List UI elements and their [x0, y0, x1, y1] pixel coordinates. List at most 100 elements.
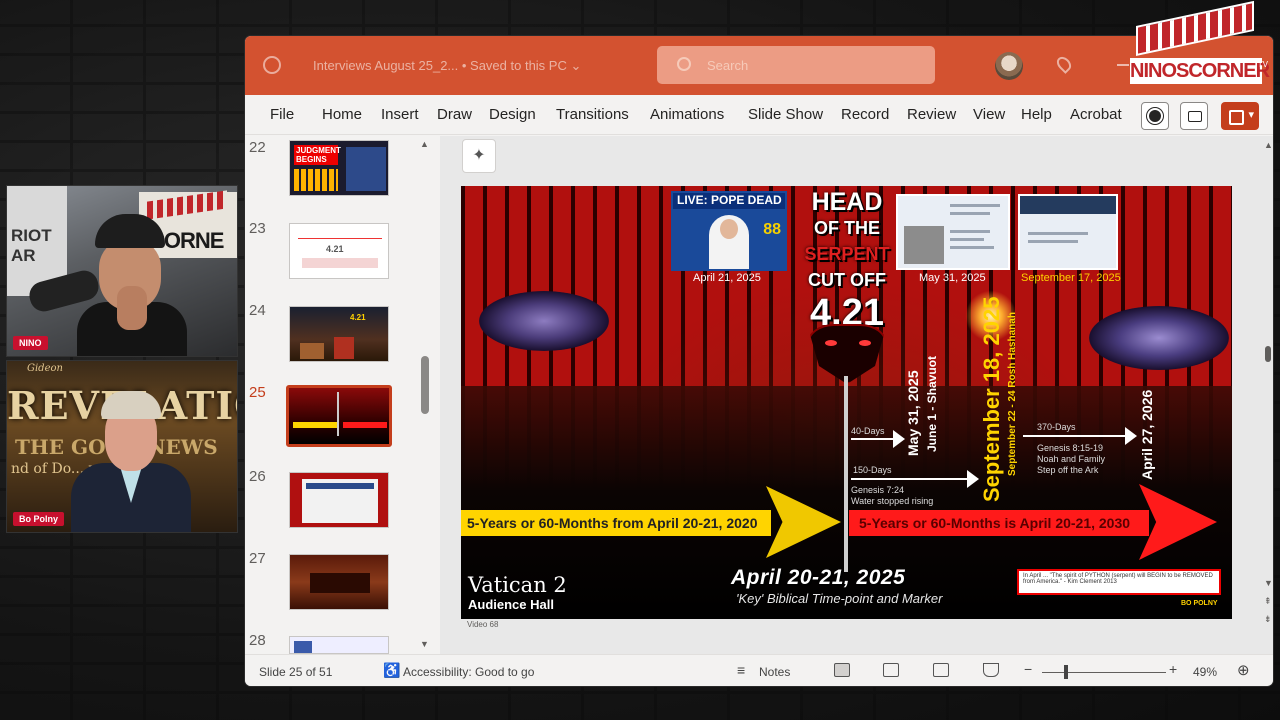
slide-canvas[interactable]: LIVE: POPE DEAD 88 April 21, 2025 May 31… — [461, 186, 1232, 619]
arrow-370-days — [1023, 427, 1137, 445]
key-date-subtitle: 'Key' Biblical Time-point and Marker — [736, 591, 943, 606]
minimize-icon[interactable] — [1117, 64, 1129, 66]
thumb-number: 26 — [249, 468, 266, 485]
menu-animations[interactable]: Animations — [650, 106, 724, 123]
zoom-out-icon[interactable]: − — [1024, 661, 1032, 677]
fit-to-window-icon[interactable]: ⊕ — [1237, 661, 1250, 679]
document-title[interactable]: Interviews August 25_2... • Saved to thi… — [313, 58, 581, 74]
share-button[interactable] — [1221, 102, 1259, 130]
menu-acrobat[interactable]: Acrobat — [1070, 106, 1122, 123]
logo-text: NINOSCORNER — [1130, 58, 1270, 84]
scroll-up-icon[interactable]: ▲ — [420, 139, 429, 149]
timeline-marker — [844, 376, 848, 572]
avatar[interactable] — [995, 52, 1023, 80]
location-icon[interactable] — [1054, 54, 1074, 74]
thumbnail-slide-28[interactable] — [289, 636, 389, 654]
thumbnail-scrollbar[interactable] — [421, 356, 429, 414]
thumb-number: 28 — [249, 632, 266, 649]
pope-image — [709, 215, 749, 269]
slide-thumbnails-pane: ▲ 22 JUDGMENT BEGINS 23 4.21 24 4.21 25 — [245, 136, 430, 654]
accessibility-icon[interactable]: ♿ — [383, 662, 400, 679]
date-sept-18: September 18, 2025 — [979, 296, 1004, 502]
comments-button[interactable] — [1180, 102, 1208, 130]
powerpoint-window: Interviews August 25_2... • Saved to thi… — [245, 36, 1273, 686]
arrow-150-days — [851, 470, 979, 488]
accessibility-status[interactable]: Accessibility: Good to go — [403, 665, 534, 679]
nametag-nino: NINO — [13, 336, 48, 350]
search-icon — [677, 57, 691, 71]
pope-number: 88 — [763, 221, 781, 238]
thumbnail-slide-25-active[interactable] — [286, 385, 392, 447]
thumb-text: 4.21 — [326, 244, 344, 254]
next-slide-icon[interactable]: ⇟ — [1264, 614, 1272, 625]
zoom-slider-thumb[interactable] — [1064, 665, 1068, 679]
arrow-40-days — [851, 430, 905, 448]
zoom-level[interactable]: 49% — [1193, 665, 1217, 679]
webcam-nino: RIOT AR CORNE NINO — [6, 185, 238, 357]
pope-date: April 21, 2025 — [693, 272, 761, 284]
menu-file[interactable]: File — [270, 106, 294, 123]
pope-header: LIVE: POPE DEAD — [673, 193, 785, 209]
arrow-red: 5-Years or 60-Months is April 20-21, 203… — [849, 484, 1217, 560]
date-may-31: May 31, 2025 — [905, 370, 921, 456]
menu-design[interactable]: Design — [489, 106, 536, 123]
thumbnail-slide-23[interactable]: 4.21 — [289, 223, 389, 279]
date-april-27: April 27, 2026 — [1139, 389, 1155, 480]
date-june-1: June 1 - Shavuot — [925, 355, 939, 452]
news-date: September 17, 2025 — [1021, 272, 1121, 284]
stained-glass-window-right — [1089, 306, 1229, 370]
notes-button[interactable]: Notes — [759, 665, 790, 679]
step-off-ark: Step off the Ark — [1037, 465, 1099, 475]
thumbnail-slide-27[interactable] — [289, 554, 389, 610]
key-date: April 20-21, 2025 — [731, 566, 906, 589]
menu-review[interactable]: Review — [907, 106, 956, 123]
menu-draw[interactable]: Draw — [437, 106, 472, 123]
stained-glass-window-left — [479, 291, 609, 351]
powerpoint-icon[interactable] — [263, 56, 281, 74]
thumb-number: 22 — [249, 139, 266, 156]
head-of-serpent-title: HEAD OF THE SERPENT CUT OFF 4.21 — [799, 189, 895, 333]
title-line-1: HEAD — [811, 188, 883, 216]
thumbnail-slide-26[interactable] — [289, 472, 389, 528]
thumbnail-slide-24[interactable]: 4.21 — [289, 306, 389, 362]
thumb-number: 23 — [249, 220, 266, 237]
prev-slide-icon[interactable]: ⇞ — [1264, 596, 1272, 607]
video-label: Video 68 — [467, 620, 499, 629]
search-box[interactable]: Search — [657, 46, 935, 84]
noah-and-family: Noah and Family — [1037, 454, 1106, 464]
slide-editor-pane: ✦ LIVE: POPE DEAD 88 April 21, 2025 May … — [440, 136, 1273, 654]
notes-icon[interactable]: ≡ — [737, 662, 745, 678]
scroll-down-icon[interactable]: ▼ — [420, 639, 429, 649]
thumb-number-active: 25 — [249, 384, 266, 401]
slide-scroll-thumb[interactable] — [1265, 346, 1271, 362]
menu-record[interactable]: Record — [841, 106, 889, 123]
zoom-slider[interactable] — [1042, 672, 1166, 673]
zoom-in-icon[interactable]: + — [1169, 661, 1177, 677]
designer-icon[interactable]: ✦ — [462, 139, 496, 173]
vatican-title: Vatican 2 — [468, 573, 567, 597]
normal-view-icon[interactable] — [834, 663, 850, 677]
reading-view-icon[interactable] — [933, 663, 949, 677]
slide-scrollbar[interactable]: ▲ ▼ ⇞ ⇟ — [1263, 136, 1273, 654]
title-line-2: OF THE — [814, 218, 880, 238]
thumb-text: 4.21 — [350, 313, 366, 322]
label-150-days: 150-Days — [853, 465, 892, 475]
menu-help[interactable]: Help — [1021, 106, 1052, 123]
logo-tm: TV — [1257, 60, 1268, 69]
nametag-bo: Bo Polny — [13, 512, 65, 526]
menu-transitions[interactable]: Transitions — [556, 106, 629, 123]
menu-slide-show[interactable]: Slide Show — [748, 106, 823, 123]
date-sept-22: September 22 - 24 Rosh Hashanah — [1007, 312, 1018, 476]
record-button[interactable] — [1141, 102, 1169, 130]
biden-date: May 31, 2025 — [919, 272, 986, 284]
menu-insert[interactable]: Insert — [381, 106, 419, 123]
menu-view[interactable]: View — [973, 106, 1005, 123]
thumbnail-slide-22[interactable]: JUDGMENT BEGINS — [289, 140, 389, 196]
slide-sorter-icon[interactable] — [883, 663, 899, 677]
search-placeholder: Search — [707, 58, 749, 73]
slideshow-icon[interactable] — [983, 663, 999, 677]
status-bar: Slide 25 of 51 ♿ Accessibility: Good to … — [245, 654, 1273, 686]
stream-stage: RIOT AR CORNE NINO Gideon REVELATIO THE … — [0, 0, 1280, 720]
menu-home[interactable]: Home — [322, 106, 362, 123]
person-bo — [71, 391, 191, 532]
